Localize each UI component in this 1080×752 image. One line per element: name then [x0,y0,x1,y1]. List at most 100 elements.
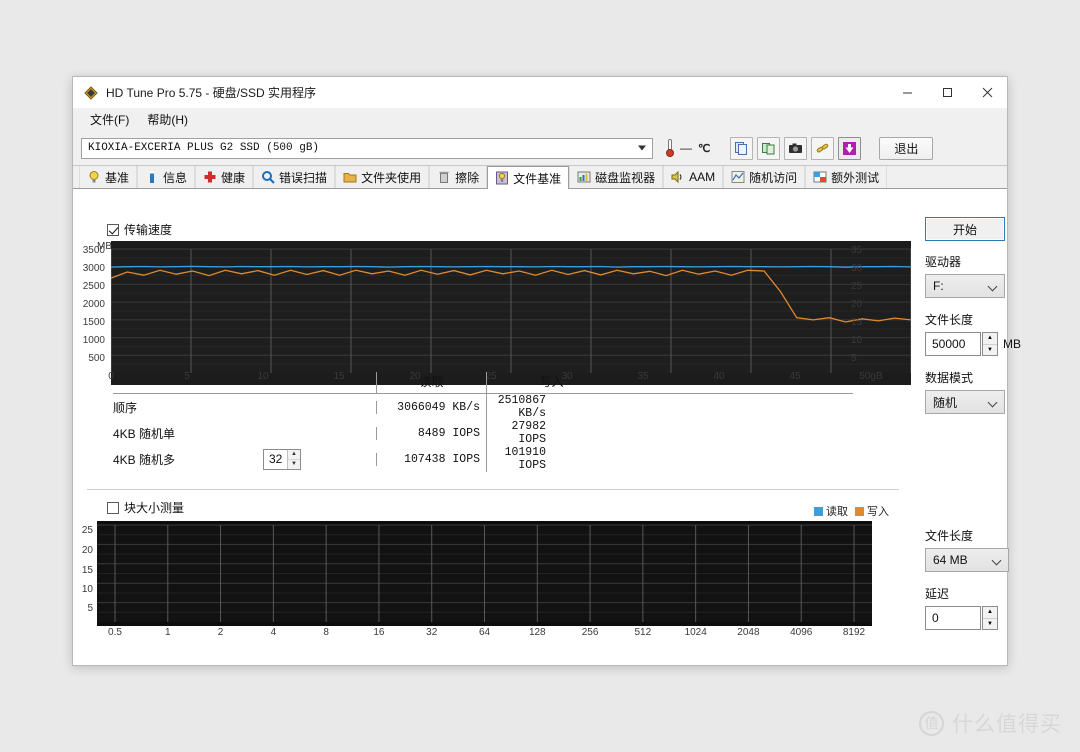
legend-read-label: 读取 [826,503,848,519]
tab-extra-tests[interactable]: 额外测试 [805,166,887,188]
tab-strip: 基准 信息 健康 错误扫描 [73,165,1007,189]
temperature-value: — [680,141,692,155]
tab-benchmark[interactable]: 基准 [79,166,137,188]
tab-health-label: 健康 [221,169,245,186]
table-row: 顺序 3066049 KB/s 2510867 KB/s [113,394,853,420]
filelength-down-icon[interactable]: ▼ [983,345,997,356]
start-button[interactable]: 开始 [925,217,1005,241]
latency-down-icon[interactable]: ▼ [983,619,997,630]
tab-disk-monitor[interactable]: 磁盘监视器 [569,166,663,188]
tab-health[interactable]: 健康 [195,166,253,188]
chevron-down-icon [992,556,1002,566]
main-y2tick-25: 25 [851,281,862,292]
camera-icon[interactable] [784,137,807,160]
row-write-random-multi: 101910 IOPS [486,446,616,472]
table-row: 4KB 随机多 32 ▲ ▼ 107438 IOPS 101910 [113,446,853,472]
row-write-random-single: 27982 IOPS [486,420,616,446]
block-ytick-10: 10 [73,584,93,595]
tab-aam[interactable]: AAM [663,166,723,188]
tab-file-benchmark[interactable]: 文件基准 [487,166,569,189]
main-ytick-3500: 3500 [71,245,105,256]
chevron-down-icon [988,398,998,408]
datamode-select[interactable]: 随机 [925,390,1005,414]
queue-depth-up-icon[interactable]: ▲ [288,450,300,460]
drive-select[interactable]: KIOXIA-EXCERIA PLUS G2 SSD (500 gB) [81,138,653,159]
transfer-speed-checkbox-row[interactable]: 传输速度 [107,221,172,238]
datamode-group: 数据模式 随机 [925,369,1005,414]
tab-erase[interactable]: 擦除 [429,166,487,188]
results-header-read: 读取 [376,372,486,393]
latency-up-icon[interactable]: ▲ [983,607,997,619]
compare-icon[interactable] [757,137,780,160]
drive-field-value: F: [933,279,944,293]
main-ytick-1500: 1500 [71,317,105,328]
row-label-sequential: 顺序 [113,399,263,416]
block-chart-xticks: 0.512481632641282565121024204840968192 [97,627,872,641]
results-header-write: 写入 [486,372,616,393]
section-divider [87,489,899,490]
filelength-up-icon[interactable]: ▲ [983,333,997,345]
legend-read: 读取 [814,503,848,519]
filelength-top-input[interactable]: 50000 [925,332,981,356]
tab-info-label: 信息 [163,169,187,186]
temperature-unit: ℃ [698,142,710,155]
tab-info[interactable]: 信息 [137,166,195,188]
menu-bar: 文件(F) 帮助(H) [73,108,1007,131]
latency-input[interactable]: 0 [925,606,981,630]
thermometer-icon [666,139,674,157]
main-ytick-2000: 2000 [71,299,105,310]
block-ytick-5: 5 [73,603,93,614]
start-button-wrap: 开始 [925,217,1005,241]
bulb-icon [87,170,101,184]
controls-panel: 开始 驱动器 F: 文件长度 50000 [913,189,1007,665]
filelength-bottom-select[interactable]: 64 MB [925,548,1009,572]
table-row: 4KB 随机单 8489 IOPS 27982 IOPS [113,420,853,446]
queue-depth-value: 32 [264,452,282,466]
tab-random-access[interactable]: 随机访问 [723,166,805,188]
tab-benchmark-label: 基准 [105,169,129,186]
copy-icon[interactable] [730,137,753,160]
datamode-value: 随机 [933,394,957,411]
drive-field-select[interactable]: F: [925,274,1005,298]
minimize-button[interactable] [887,77,927,108]
link-icon[interactable] [811,137,834,160]
transfer-speed-checkbox[interactable] [107,224,119,236]
main-ytick-2500: 2500 [71,281,105,292]
queue-depth-stepper[interactable]: 32 ▲ ▼ [263,449,301,470]
tab-disk-monitor-label: 磁盘监视器 [595,169,655,186]
menu-file[interactable]: 文件(F) [81,109,138,130]
block-size-chart: MB/s 25 20 15 10 5 读取 [73,519,913,629]
menu-help[interactable]: 帮助(H) [138,109,197,130]
extra-icon [813,170,827,184]
watermark: 值 什么值得买 [919,708,1062,738]
block-size-checkbox[interactable] [107,502,119,514]
block-xtick-1: 1 [152,627,184,638]
tab-error-scan[interactable]: 错误扫描 [253,166,335,188]
row-label-random-multi: 4KB 随机多 [113,451,263,468]
block-size-checkbox-row[interactable]: 块大小测量 [107,499,184,516]
drive-field-label: 驱动器 [925,253,1005,270]
maximize-button[interactable] [927,77,967,108]
block-xtick-64: 64 [469,627,501,638]
tab-extra-tests-label: 额外测试 [831,169,879,186]
latency-label: 延迟 [925,585,998,602]
latency-stepper[interactable]: ▲ ▼ [982,606,998,630]
block-xtick-2048: 2048 [732,627,764,638]
block-size-label: 块大小测量 [124,499,184,516]
drive-select-value: KIOXIA-EXCERIA PLUS G2 SSD (500 gB) [88,142,319,154]
tab-folder-usage[interactable]: 文件夹使用 [335,166,429,188]
filelength-top-stepper[interactable]: ▲ ▼ [982,332,998,356]
title-bar: HD Tune Pro 5.75 - 硬盘/SSD 实用程序 [73,77,1007,108]
download-icon[interactable] [838,137,861,160]
queue-depth-down-icon[interactable]: ▼ [288,460,300,469]
main-y2tick-35: 35 [851,245,862,256]
exit-button[interactable]: 退出 [879,137,933,160]
row-read-random-single: 8489 IOPS [376,427,486,440]
window-title: HD Tune Pro 5.75 - 硬盘/SSD 实用程序 [106,84,316,101]
random-icon [731,170,745,184]
results-header-row: 读取 写入 [113,373,853,394]
window-controls [887,77,1007,108]
close-button[interactable] [967,77,1007,108]
block-xtick-8192: 8192 [838,627,870,638]
block-xtick-512: 512 [627,627,659,638]
